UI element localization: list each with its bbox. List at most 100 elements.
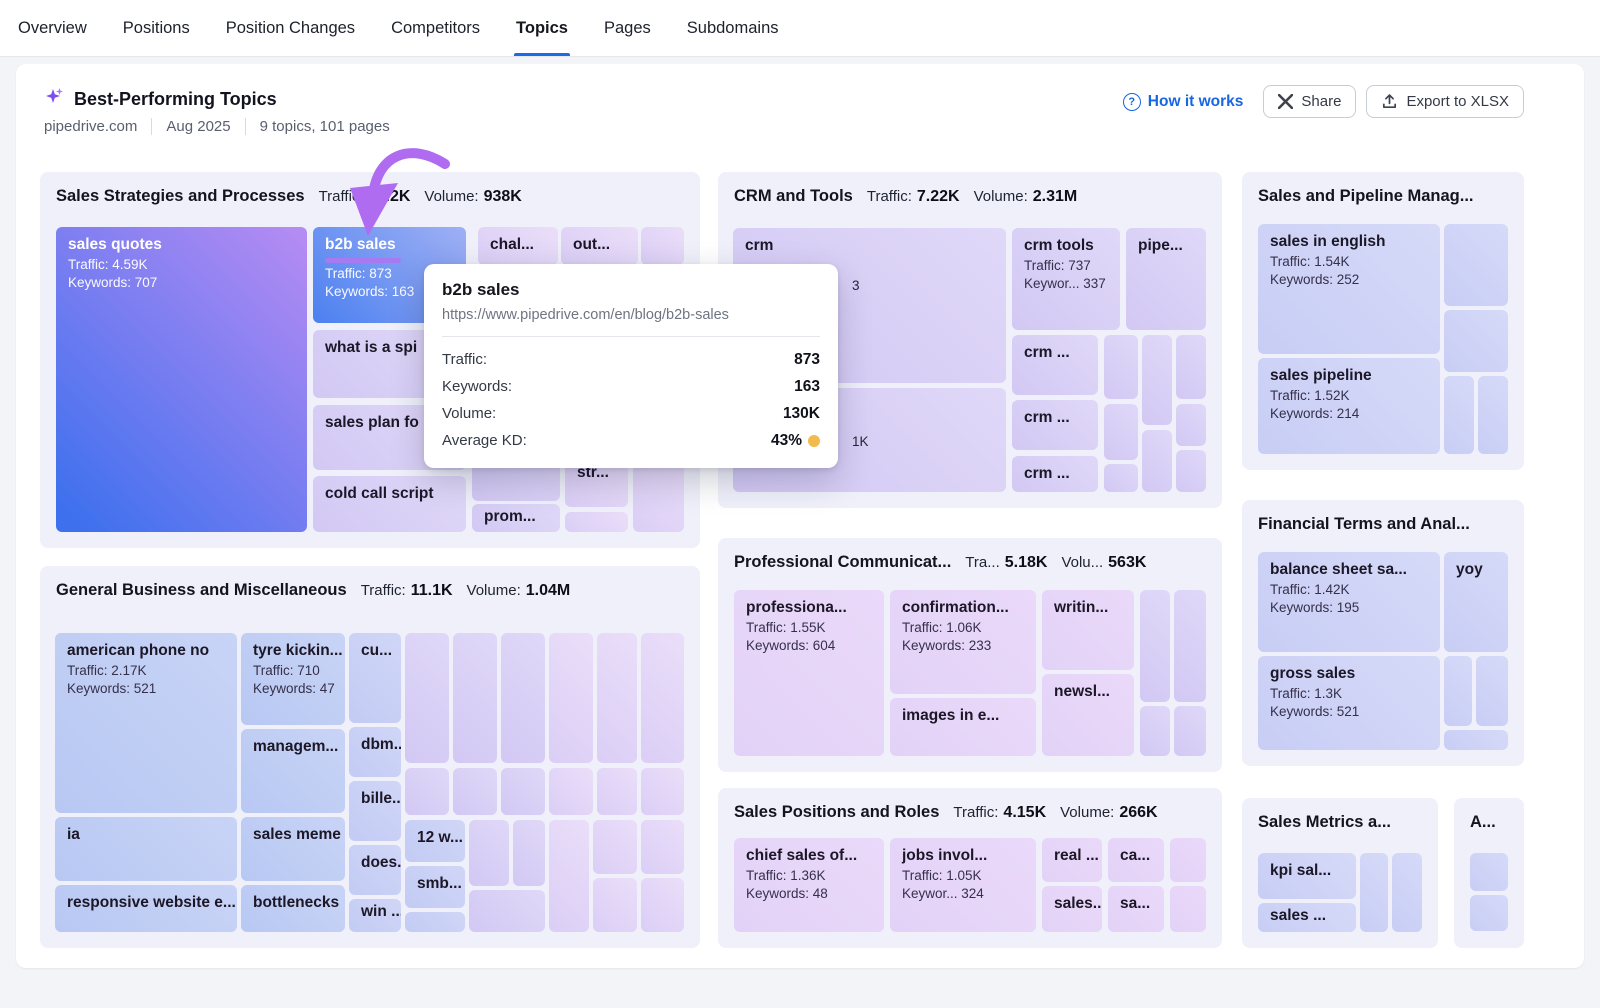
tile-blank[interactable] (405, 912, 465, 932)
tile-blank[interactable] (641, 227, 684, 265)
tile-responsive-website-e[interactable]: responsive website e... (55, 885, 237, 932)
tile-blank[interactable] (405, 768, 449, 815)
tile-blank[interactable] (593, 878, 637, 932)
tile-12-w[interactable]: 12 w... (405, 820, 465, 862)
tile-blank[interactable] (453, 633, 497, 763)
tile-confirmation[interactable]: confirmation...Traffic: 1.06KKeywords: 2… (890, 590, 1036, 694)
tile-blank[interactable] (1478, 376, 1508, 454)
tile-balance-sheet-sa[interactable]: balance sheet sa...Traffic: 1.42KKeyword… (1258, 552, 1440, 652)
tab-competitors[interactable]: Competitors (391, 0, 480, 56)
tile-pipe[interactable]: pipe... (1126, 228, 1206, 330)
tile-sales[interactable]: sales ... (1258, 903, 1356, 932)
tile-blank[interactable] (1444, 224, 1508, 306)
tile-blank[interactable] (641, 820, 684, 874)
tile-prom[interactable]: prom... (472, 504, 560, 532)
tile-blank[interactable] (549, 768, 593, 815)
tile-blank[interactable] (641, 768, 684, 815)
tile-blank[interactable] (1104, 335, 1138, 399)
tab-positions[interactable]: Positions (123, 0, 190, 56)
tile-newsl[interactable]: newsl... (1042, 674, 1134, 756)
tile-blank[interactable] (1470, 895, 1508, 931)
tile-blank[interactable] (1142, 430, 1172, 492)
tile-crm-tools[interactable]: crm toolsTraffic: 737Keywor... 337 (1012, 228, 1120, 330)
tile-blank[interactable] (1476, 656, 1508, 726)
tile-blank[interactable] (501, 633, 545, 763)
tile-ca[interactable]: ca... (1108, 838, 1164, 882)
tile-bottlenecks[interactable]: bottlenecks (241, 885, 345, 932)
tile-tyre-kickin[interactable]: tyre kickin...Traffic: 710Keywords: 47 (241, 633, 345, 725)
tile-does[interactable]: does... (349, 845, 401, 895)
tile-crm[interactable]: crm ... (1012, 335, 1098, 395)
tile-smb[interactable]: smb... (405, 866, 465, 908)
tile-chal[interactable]: chal... (478, 227, 558, 265)
tile-writin[interactable]: writin... (1042, 590, 1134, 670)
tile-chief-sales-of[interactable]: chief sales of...Traffic: 1.36KKeywords:… (734, 838, 884, 932)
tile-managem[interactable]: managem... (241, 729, 345, 813)
tile-sales-quotes[interactable]: sales quotesTraffic: 4.59KKeywords: 707 (56, 227, 307, 532)
tile-professiona[interactable]: professiona...Traffic: 1.55KKeywords: 60… (734, 590, 884, 756)
tile-blank[interactable] (1444, 310, 1508, 372)
tile-blank[interactable] (1176, 404, 1206, 446)
tile-blank[interactable] (1176, 450, 1206, 492)
tile-blank[interactable] (1360, 853, 1388, 932)
tile-blank[interactable] (1142, 335, 1172, 425)
tab-subdomains[interactable]: Subdomains (687, 0, 779, 56)
tile-cu[interactable]: cu... (349, 633, 401, 723)
tile-blank[interactable] (1140, 590, 1170, 702)
tile-american-phone-no[interactable]: american phone noTraffic: 2.17KKeywords:… (55, 633, 237, 813)
tile-blank[interactable] (1104, 404, 1138, 460)
tile-blank[interactable] (549, 633, 593, 763)
tile-cold-call-script[interactable]: cold call script (313, 476, 466, 532)
tile-ia[interactable]: ia (55, 817, 237, 881)
tile-gross-sales[interactable]: gross salesTraffic: 1.3KKeywords: 521 (1258, 656, 1440, 750)
tile-blank[interactable] (453, 768, 497, 815)
tile-blank[interactable] (1392, 853, 1422, 932)
tile-kpi-sal[interactable]: kpi sal... (1258, 853, 1356, 899)
tile-blank[interactable] (469, 890, 545, 932)
tile-blank[interactable] (1470, 853, 1508, 891)
tile-blank[interactable] (469, 820, 509, 886)
tile-sa[interactable]: sa... (1108, 886, 1164, 932)
tile-blank[interactable] (549, 820, 589, 932)
tile-blank[interactable] (1176, 335, 1206, 399)
tab-topics[interactable]: Topics (516, 0, 568, 56)
tile-jobs-invol[interactable]: jobs invol...Traffic: 1.05KKeywor... 324 (890, 838, 1036, 932)
tile-bille[interactable]: bille... (349, 781, 401, 841)
tile-blank[interactable] (1444, 656, 1472, 726)
tab-pages[interactable]: Pages (604, 0, 651, 56)
tile-sales-in-english[interactable]: sales in englishTraffic: 1.54KKeywords: … (1258, 224, 1440, 354)
tile-crm[interactable]: crm ... (1012, 456, 1098, 492)
tile-dbm[interactable]: dbm... (349, 727, 401, 777)
tile-blank[interactable] (501, 768, 545, 815)
tile-blank[interactable] (597, 768, 637, 815)
tile-blank[interactable] (513, 820, 545, 886)
tile-blank[interactable] (1104, 464, 1138, 492)
tile-sales-meme[interactable]: sales meme (241, 817, 345, 881)
tile-blank[interactable] (1170, 886, 1206, 932)
tile-blank[interactable] (405, 633, 449, 763)
tile-sales[interactable]: sales... (1042, 886, 1102, 932)
tile-blank[interactable] (1174, 706, 1206, 756)
tile-sales-pipeline[interactable]: sales pipelineTraffic: 1.52KKeywords: 21… (1258, 358, 1440, 454)
tile-blank[interactable] (1444, 376, 1474, 454)
tile-blank[interactable] (641, 878, 684, 932)
tab-position-changes[interactable]: Position Changes (226, 0, 355, 56)
tile-blank[interactable] (593, 820, 637, 874)
tile-crm[interactable]: crm ... (1012, 400, 1098, 450)
tile-blank[interactable] (1170, 838, 1206, 882)
tile-blank[interactable] (565, 512, 628, 532)
tile-blank[interactable] (1174, 590, 1206, 702)
tile-images-in-e[interactable]: images in e... (890, 698, 1036, 756)
share-button[interactable]: Share (1263, 85, 1356, 118)
tile-blank[interactable] (1444, 730, 1508, 750)
tile-blank[interactable] (1140, 706, 1170, 756)
how-it-works-link[interactable]: ? How it works (1123, 93, 1244, 111)
tile-blank[interactable] (641, 633, 684, 763)
tile-yoy[interactable]: yoy (1444, 552, 1508, 652)
tile-blank[interactable] (597, 633, 637, 763)
tile-real[interactable]: real ... (1042, 838, 1102, 882)
tile-win[interactable]: win ... (349, 899, 401, 932)
export-xlsx-button[interactable]: Export to XLSX (1366, 85, 1524, 118)
tile-out[interactable]: out... (561, 227, 638, 265)
tab-overview[interactable]: Overview (18, 0, 87, 56)
